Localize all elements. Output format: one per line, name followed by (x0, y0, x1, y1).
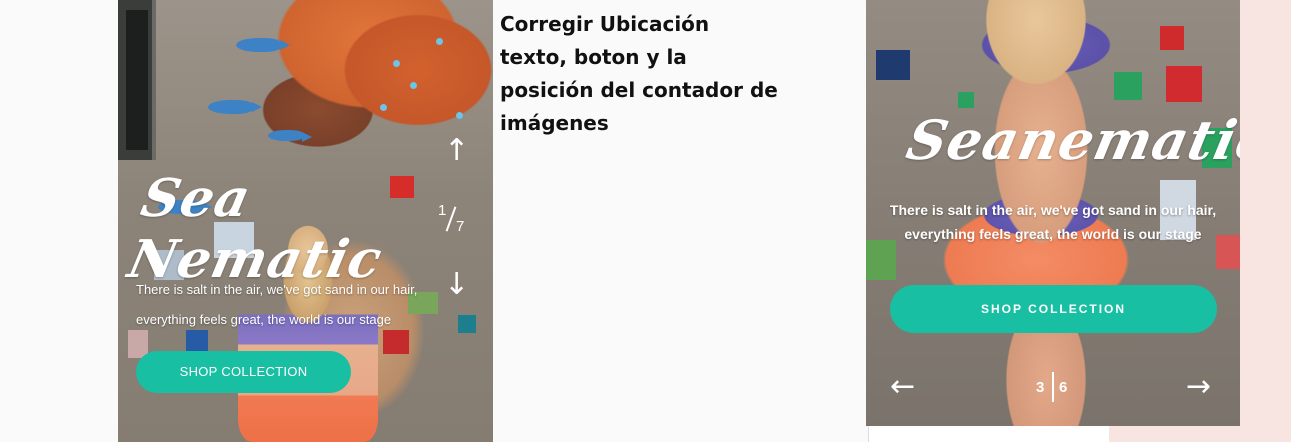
counter-current: 1 (438, 202, 447, 219)
hero-description: There is salt in the air, we've got sand… (136, 282, 418, 327)
background-panel (868, 426, 1109, 442)
wall-tile (866, 240, 896, 280)
counter-total: 6 (1059, 379, 1068, 396)
hero-description: There is salt in the air, we've got sand… (889, 202, 1217, 242)
dot-decoration (410, 82, 417, 89)
dot-decoration (436, 38, 443, 45)
dot-decoration (456, 112, 463, 119)
dot-decoration (380, 104, 387, 111)
counter-total: 7 (456, 218, 465, 235)
arrow-right-icon[interactable]: → (1186, 372, 1211, 402)
wall-tile (1160, 26, 1184, 50)
page: Sea Nematic ↑ 1 7 ↓ There is salt in the… (0, 0, 1291, 442)
dot-decoration (393, 60, 400, 67)
annotation-line: texto, boton y la (500, 45, 687, 69)
annotation-line: Corregir Ubicación (500, 12, 710, 36)
annotation-note: Corregir Ubicación texto, boton y la pos… (500, 8, 800, 140)
shop-collection-button[interactable]: SHOP COLLECTION (890, 285, 1217, 333)
hero-title: Seanematic (901, 108, 1240, 172)
image-counter: 3 6 (1034, 372, 1074, 402)
shop-collection-button[interactable]: SHOP COLLECTION (136, 351, 351, 393)
annotation-line: imágenes (500, 111, 609, 135)
counter-current: 3 (1036, 379, 1045, 396)
wall-tile (876, 50, 910, 80)
arrow-up-icon[interactable]: ↑ (444, 136, 469, 166)
image-counter: 1 7 (436, 198, 468, 238)
left-hero-mockup: Sea Nematic ↑ 1 7 ↓ There is salt in the… (118, 0, 493, 442)
counter-divider (445, 206, 457, 232)
arrow-left-icon[interactable]: ← (890, 372, 915, 402)
wall-tile (458, 315, 476, 333)
fish-decoration (208, 100, 262, 114)
fish-decoration (268, 130, 312, 142)
window-image (118, 0, 156, 160)
wall-tile (1114, 72, 1142, 100)
fish-decoration (236, 38, 290, 52)
right-hero-mockup: Seanematic There is salt in the air, we'… (866, 0, 1240, 426)
arrow-down-icon[interactable]: ↓ (444, 270, 469, 300)
wall-tile (1166, 66, 1202, 102)
counter-divider (1052, 372, 1054, 402)
wall-tile (958, 92, 974, 108)
annotation-line: posición del contador de (500, 78, 778, 102)
